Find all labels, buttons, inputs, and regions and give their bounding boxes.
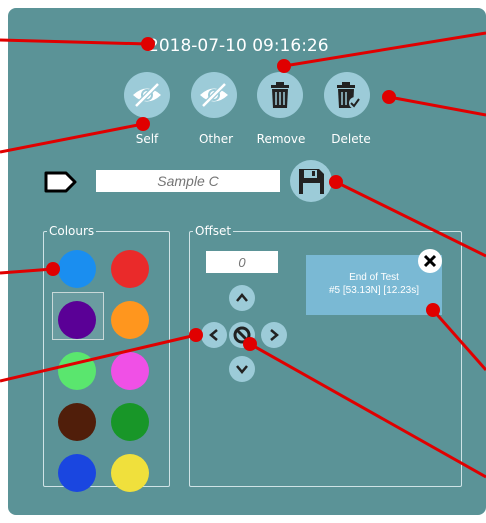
annotation-line [431,309,486,371]
annotation-line [0,38,149,46]
annotation-dot [189,328,203,342]
annotation-dot [277,59,291,73]
annotation-line [0,267,54,275]
annotation-line [388,95,486,117]
annotation-line [0,122,144,154]
annotation-dot [136,117,150,131]
annotation-line [0,333,197,383]
annotation-dot [426,303,440,317]
annotation-dot [329,175,343,189]
annotation-line [283,31,486,68]
annotation-line [249,342,486,479]
annotation-dot [46,262,60,276]
annotation-overlay [0,31,486,479]
annotation-dot [243,337,257,351]
annotation-dot [382,90,396,104]
annotation-line [335,180,486,258]
annotation-dot [141,37,155,51]
